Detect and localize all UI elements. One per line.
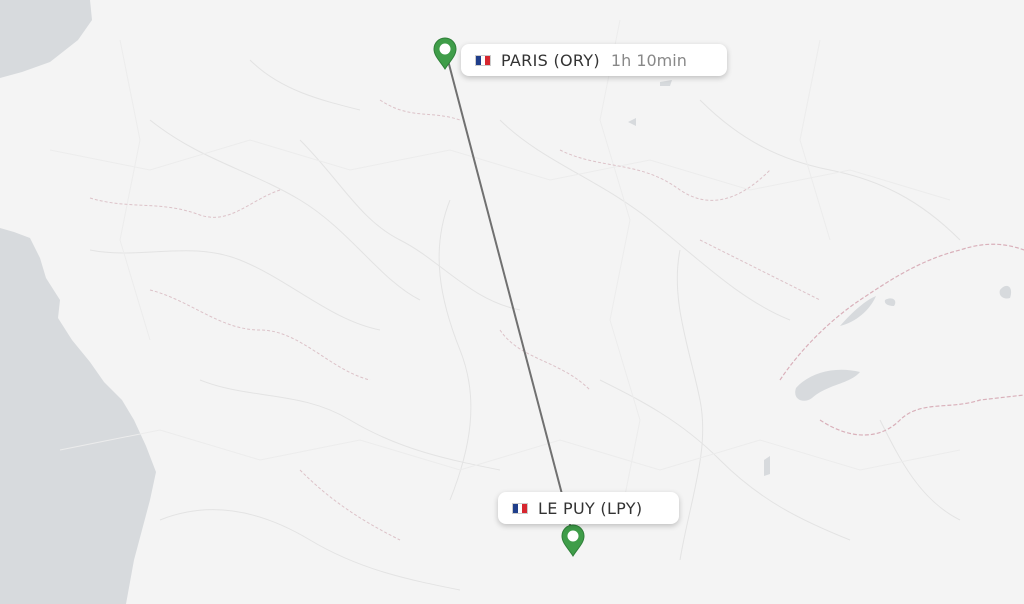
france-flag-icon <box>512 502 528 514</box>
destination-pin-icon[interactable] <box>559 522 587 558</box>
destination-airport-name: LE PUY (LPY) <box>538 498 643 518</box>
origin-label[interactable]: PARIS (ORY) 1h 10min <box>461 44 727 76</box>
origin-airport-name: PARIS (ORY) <box>501 50 600 70</box>
destination-label[interactable]: LE PUY (LPY) <box>498 492 679 524</box>
origin-pin-icon[interactable] <box>431 35 459 71</box>
flight-duration: 1h 10min <box>610 50 687 70</box>
france-flag-icon <box>475 54 491 66</box>
route-map[interactable]: PARIS (ORY) 1h 10min LE PUY (LPY) <box>0 0 1024 604</box>
